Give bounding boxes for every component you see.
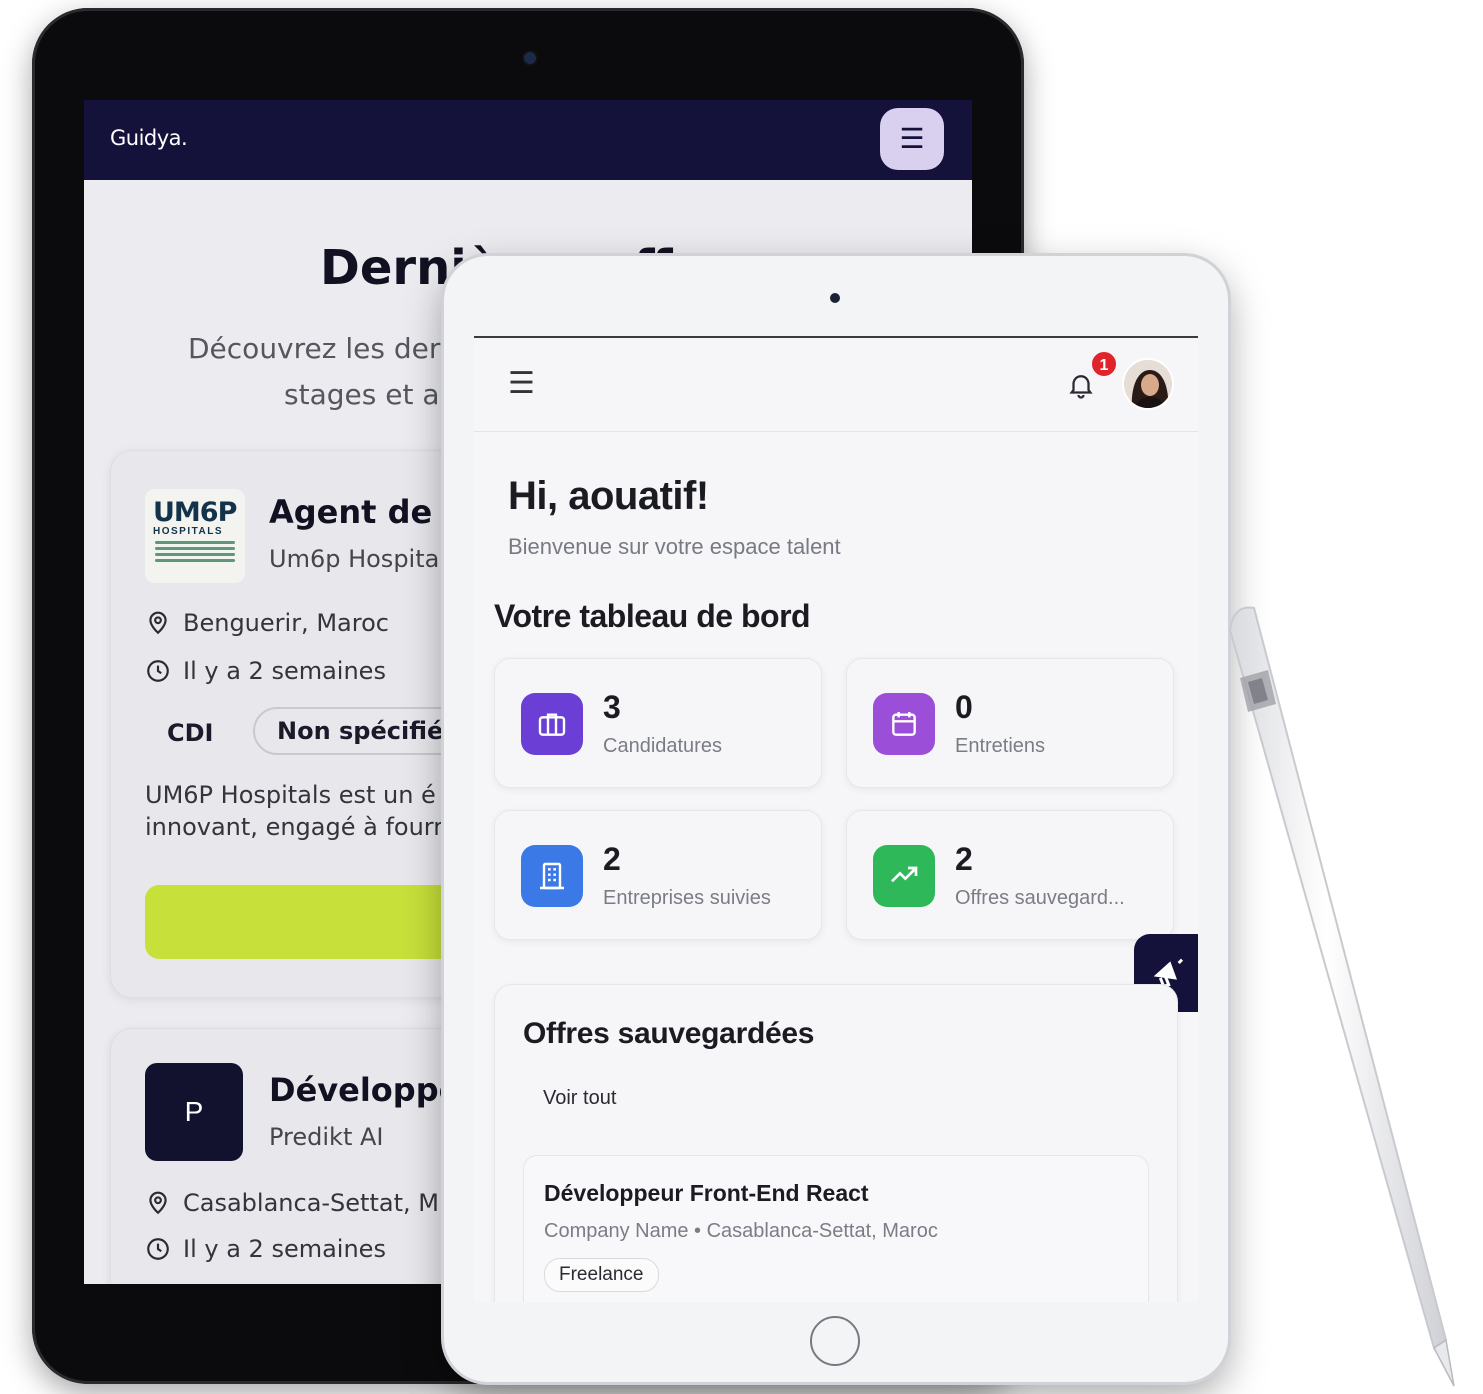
- stat-label: Entreprises suivies: [603, 887, 771, 909]
- hamburger-icon: ☰: [899, 123, 925, 154]
- calendar-icon: [873, 693, 935, 755]
- job-company: Um6p Hospita: [269, 545, 440, 573]
- saved-offers-title: Offres sauvegardées: [523, 1017, 815, 1050]
- stat-value: 3: [603, 689, 621, 725]
- front-tablet-screen: ☰ 1 Hi, aouatif! Bienvenue sur votre esp…: [474, 336, 1198, 1302]
- notification-badge: 1: [1090, 350, 1118, 378]
- job-location-text: Casablanca-Settat, M: [183, 1189, 439, 1217]
- trending-up-icon: [873, 845, 935, 907]
- job-location: Benguerir, Maroc: [145, 609, 389, 637]
- job-location-text: Benguerir, Maroc: [183, 609, 389, 637]
- company-logo: UM6P HOSPITALS: [145, 489, 245, 583]
- job-location: Casablanca-Settat, M: [145, 1189, 439, 1217]
- saved-offers-panel: Offres sauvegardées Voir tout Développeu…: [494, 984, 1178, 1302]
- greeting-heading: Hi, aouatif!: [508, 474, 709, 518]
- stylus-pencil: [1228, 606, 1455, 1387]
- stat-card-entretiens[interactable]: 0 Entretiens: [846, 658, 1174, 788]
- stat-value: 2: [955, 841, 973, 877]
- job-posted-text: Il y a 2 semaines: [183, 1235, 386, 1263]
- section-subtitle-line2: stages et al: [284, 378, 448, 411]
- stat-label: Entretiens: [955, 735, 1046, 757]
- stat-value: 0: [955, 689, 973, 725]
- job-posted-text: Il y a 2 semaines: [183, 657, 386, 685]
- offer-meta: Company Name • Casablanca-Settat, Maroc: [544, 1220, 938, 1242]
- job-title[interactable]: Agent de F: [269, 493, 465, 531]
- offer-tag: Freelance: [544, 1258, 659, 1292]
- job-description-line2: innovant, engagé à fourr: [145, 813, 444, 841]
- job-title[interactable]: Développe: [269, 1071, 460, 1109]
- offer-title[interactable]: Développeur Front-End React: [544, 1180, 869, 1207]
- section-subtitle-line1: Découvrez les der: [188, 332, 441, 365]
- camera-dot: [830, 293, 840, 303]
- dashboard-title: Votre tableau de bord: [494, 598, 811, 634]
- location-pin-icon: [149, 1191, 167, 1215]
- top-app-bar: ☰ 1: [474, 338, 1198, 432]
- logo-text: UM6P: [153, 497, 237, 528]
- stat-card-candidatures[interactable]: 3 Candidatures: [494, 658, 822, 788]
- job-company: Predikt AI: [269, 1123, 384, 1151]
- home-button[interactable]: [810, 1316, 860, 1366]
- user-avatar-icon: [1124, 360, 1172, 408]
- front-tablet-device: ☰ 1 Hi, aouatif! Bienvenue sur votre esp…: [444, 256, 1228, 1382]
- see-all-link[interactable]: Voir tout: [543, 1087, 616, 1110]
- company-logo: P: [145, 1063, 243, 1161]
- logo-arabic-text: [153, 541, 241, 562]
- avatar[interactable]: [1122, 358, 1174, 410]
- saved-offer-card[interactable]: Développeur Front-End React Company Name…: [523, 1155, 1149, 1302]
- stat-card-offres-sauvegardees[interactable]: 2 Offres sauvegard...: [846, 810, 1174, 940]
- clock-icon: [147, 1238, 169, 1260]
- camera-dot: [524, 52, 536, 64]
- bell-icon[interactable]: [1066, 368, 1096, 402]
- welcome-text: Bienvenue sur votre espace talent: [508, 534, 841, 559]
- hamburger-icon[interactable]: ☰: [508, 366, 535, 402]
- job-posted: Il y a 2 semaines: [145, 657, 386, 685]
- job-tag: Non spécifié: [253, 707, 468, 755]
- brand-logo[interactable]: Guidya.: [110, 126, 188, 150]
- job-description-line1: UM6P Hospitals est un é: [145, 781, 436, 809]
- top-nav-bar: Guidya. ☰: [84, 100, 972, 180]
- location-pin-icon: [149, 611, 167, 635]
- stat-value: 2: [603, 841, 621, 877]
- briefcase-icon: [521, 693, 583, 755]
- stat-card-entreprises[interactable]: 2 Entreprises suivies: [494, 810, 822, 940]
- building-icon: [521, 845, 583, 907]
- contract-type: CDI: [167, 719, 214, 747]
- job-posted: Il y a 2 semaines: [145, 1235, 386, 1263]
- clock-icon: [147, 660, 169, 682]
- menu-button[interactable]: ☰: [880, 108, 944, 170]
- stat-label: Offres sauvegard...: [955, 887, 1125, 909]
- stat-label: Candidatures: [603, 735, 722, 757]
